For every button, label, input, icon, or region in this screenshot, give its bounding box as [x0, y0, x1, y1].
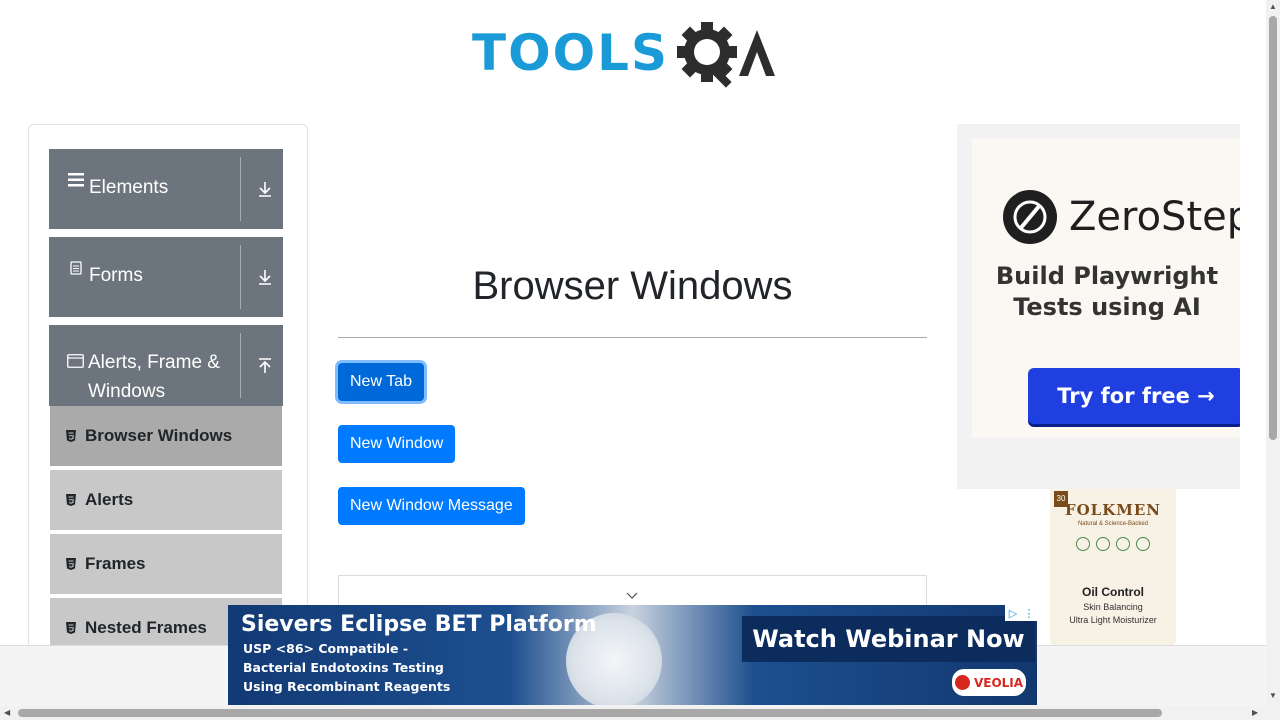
logo-text: TOOLS — [472, 24, 669, 82]
page: TOOLS Elements Forms Alerts, Frame & Win… — [0, 0, 1280, 720]
upload-arrow-icon[interactable] — [255, 356, 275, 376]
sidebar-group-label: Elements — [89, 177, 169, 198]
scrollbar-thumb[interactable] — [1269, 16, 1277, 440]
veolia-icon — [954, 675, 970, 690]
sidebar-item-browser-windows[interactable]: Browser Windows — [50, 406, 282, 468]
sidebar-item-frames[interactable]: Frames — [50, 534, 282, 596]
adchoices-icon[interactable]: ▷ — [1005, 605, 1021, 621]
certification-icons — [1050, 537, 1176, 551]
toolsqa-logo[interactable]: TOOLS — [472, 14, 798, 92]
html5-icon — [66, 622, 76, 634]
zerostep-ad[interactable]: ZeroStep Build Playwright Tests using AI… — [957, 124, 1240, 489]
sidebar-group-forms[interactable]: Forms — [49, 237, 283, 317]
horizontal-scrollbar[interactable]: ◀ ▶ — [0, 706, 1266, 720]
sidebar-item-label: Frames — [85, 554, 146, 573]
document-icon — [67, 261, 85, 275]
download-arrow-icon[interactable] — [255, 267, 275, 287]
watch-webinar-button[interactable]: Watch Webinar Now — [742, 616, 1035, 662]
download-arrow-icon[interactable] — [255, 179, 275, 199]
divider — [240, 245, 241, 309]
divider — [240, 157, 241, 221]
ad-brand: ZeroStep — [1069, 194, 1240, 240]
zerostep-logo-icon — [1003, 190, 1057, 244]
scroll-right-icon[interactable]: ▶ — [1252, 709, 1258, 717]
scroll-down-icon[interactable]: ▼ — [1269, 692, 1277, 700]
sidebar-item-label: Alerts — [85, 490, 134, 509]
hamburger-icon — [67, 173, 85, 187]
ad-line: Bacterial Endotoxins Testing — [243, 660, 444, 675]
badge: 30 — [1054, 491, 1068, 507]
ad-headline-2: Tests using AI — [1013, 293, 1201, 321]
product-image: 30 FOLKMEN Natural & Science-Backed Oil … — [1050, 489, 1176, 649]
sidebar-item-alerts[interactable]: Alerts — [50, 470, 282, 532]
ad-headline: Sievers Eclipse BET Platform — [241, 612, 597, 637]
try-for-free-button[interactable]: Try for free → — [1028, 368, 1240, 424]
new-tab-button[interactable]: New Tab — [338, 363, 424, 401]
ad-line: Using Recombinant Reagents — [243, 679, 451, 694]
sidebar-group-label: Alerts, Frame & Windows — [88, 352, 220, 402]
sidebar-group-elements[interactable]: Elements — [49, 149, 283, 229]
sievers-banner-ad[interactable]: Sievers Eclipse BET Platform USP <86> Co… — [228, 605, 1037, 705]
product-brand: FOLKMEN — [1064, 501, 1162, 519]
scrollbar-thumb[interactable] — [18, 709, 1162, 717]
ad-headline-1: Build Playwright — [995, 262, 1219, 290]
vertical-scrollbar[interactable]: ▲ ▼ — [1266, 0, 1280, 720]
sidebar-item-label: Nested Frames — [85, 618, 207, 637]
sidebar-item-label: Browser Windows — [85, 426, 233, 445]
sidebar-group-label: Forms — [89, 265, 143, 286]
sidebar-group-alerts-frame-windows[interactable]: Alerts, Frame & Windows — [49, 325, 283, 406]
product-desc: Ultra Light Moisturizer — [1069, 615, 1157, 625]
window-icon — [67, 354, 84, 368]
product-name: Oil Control — [1082, 585, 1144, 599]
sponsor-name: VEOLIA — [973, 675, 1024, 690]
html5-icon — [66, 430, 76, 442]
scroll-up-icon[interactable]: ▲ — [1269, 3, 1277, 11]
sponsor-logo: VEOLIA — [952, 669, 1026, 696]
divider — [240, 333, 241, 398]
html5-icon — [66, 494, 76, 506]
title-divider — [338, 337, 927, 338]
html5-icon — [66, 558, 76, 570]
scroll-left-icon[interactable]: ◀ — [4, 709, 10, 717]
new-window-button[interactable]: New Window — [338, 425, 456, 463]
gear-magnifier-icon — [677, 22, 775, 88]
chevron-down-icon[interactable] — [625, 590, 639, 600]
ad-line: USP <86> Compatible - — [243, 641, 409, 656]
sidebar: Elements Forms Alerts, Frame & Windows B… — [28, 124, 308, 664]
page-title: Browser Windows — [472, 264, 793, 308]
more-options-icon[interactable]: ⋮ — [1021, 605, 1037, 621]
adchoices[interactable]: ▷ ⋮ — [1005, 605, 1037, 621]
new-window-message-button[interactable]: New Window Message — [338, 487, 525, 525]
product-desc: Skin Balancing — [1083, 602, 1143, 612]
ad-card: ZeroStep Build Playwright Tests using AI… — [972, 138, 1240, 438]
product-tagline: Natural & Science-Backed — [1077, 521, 1149, 527]
